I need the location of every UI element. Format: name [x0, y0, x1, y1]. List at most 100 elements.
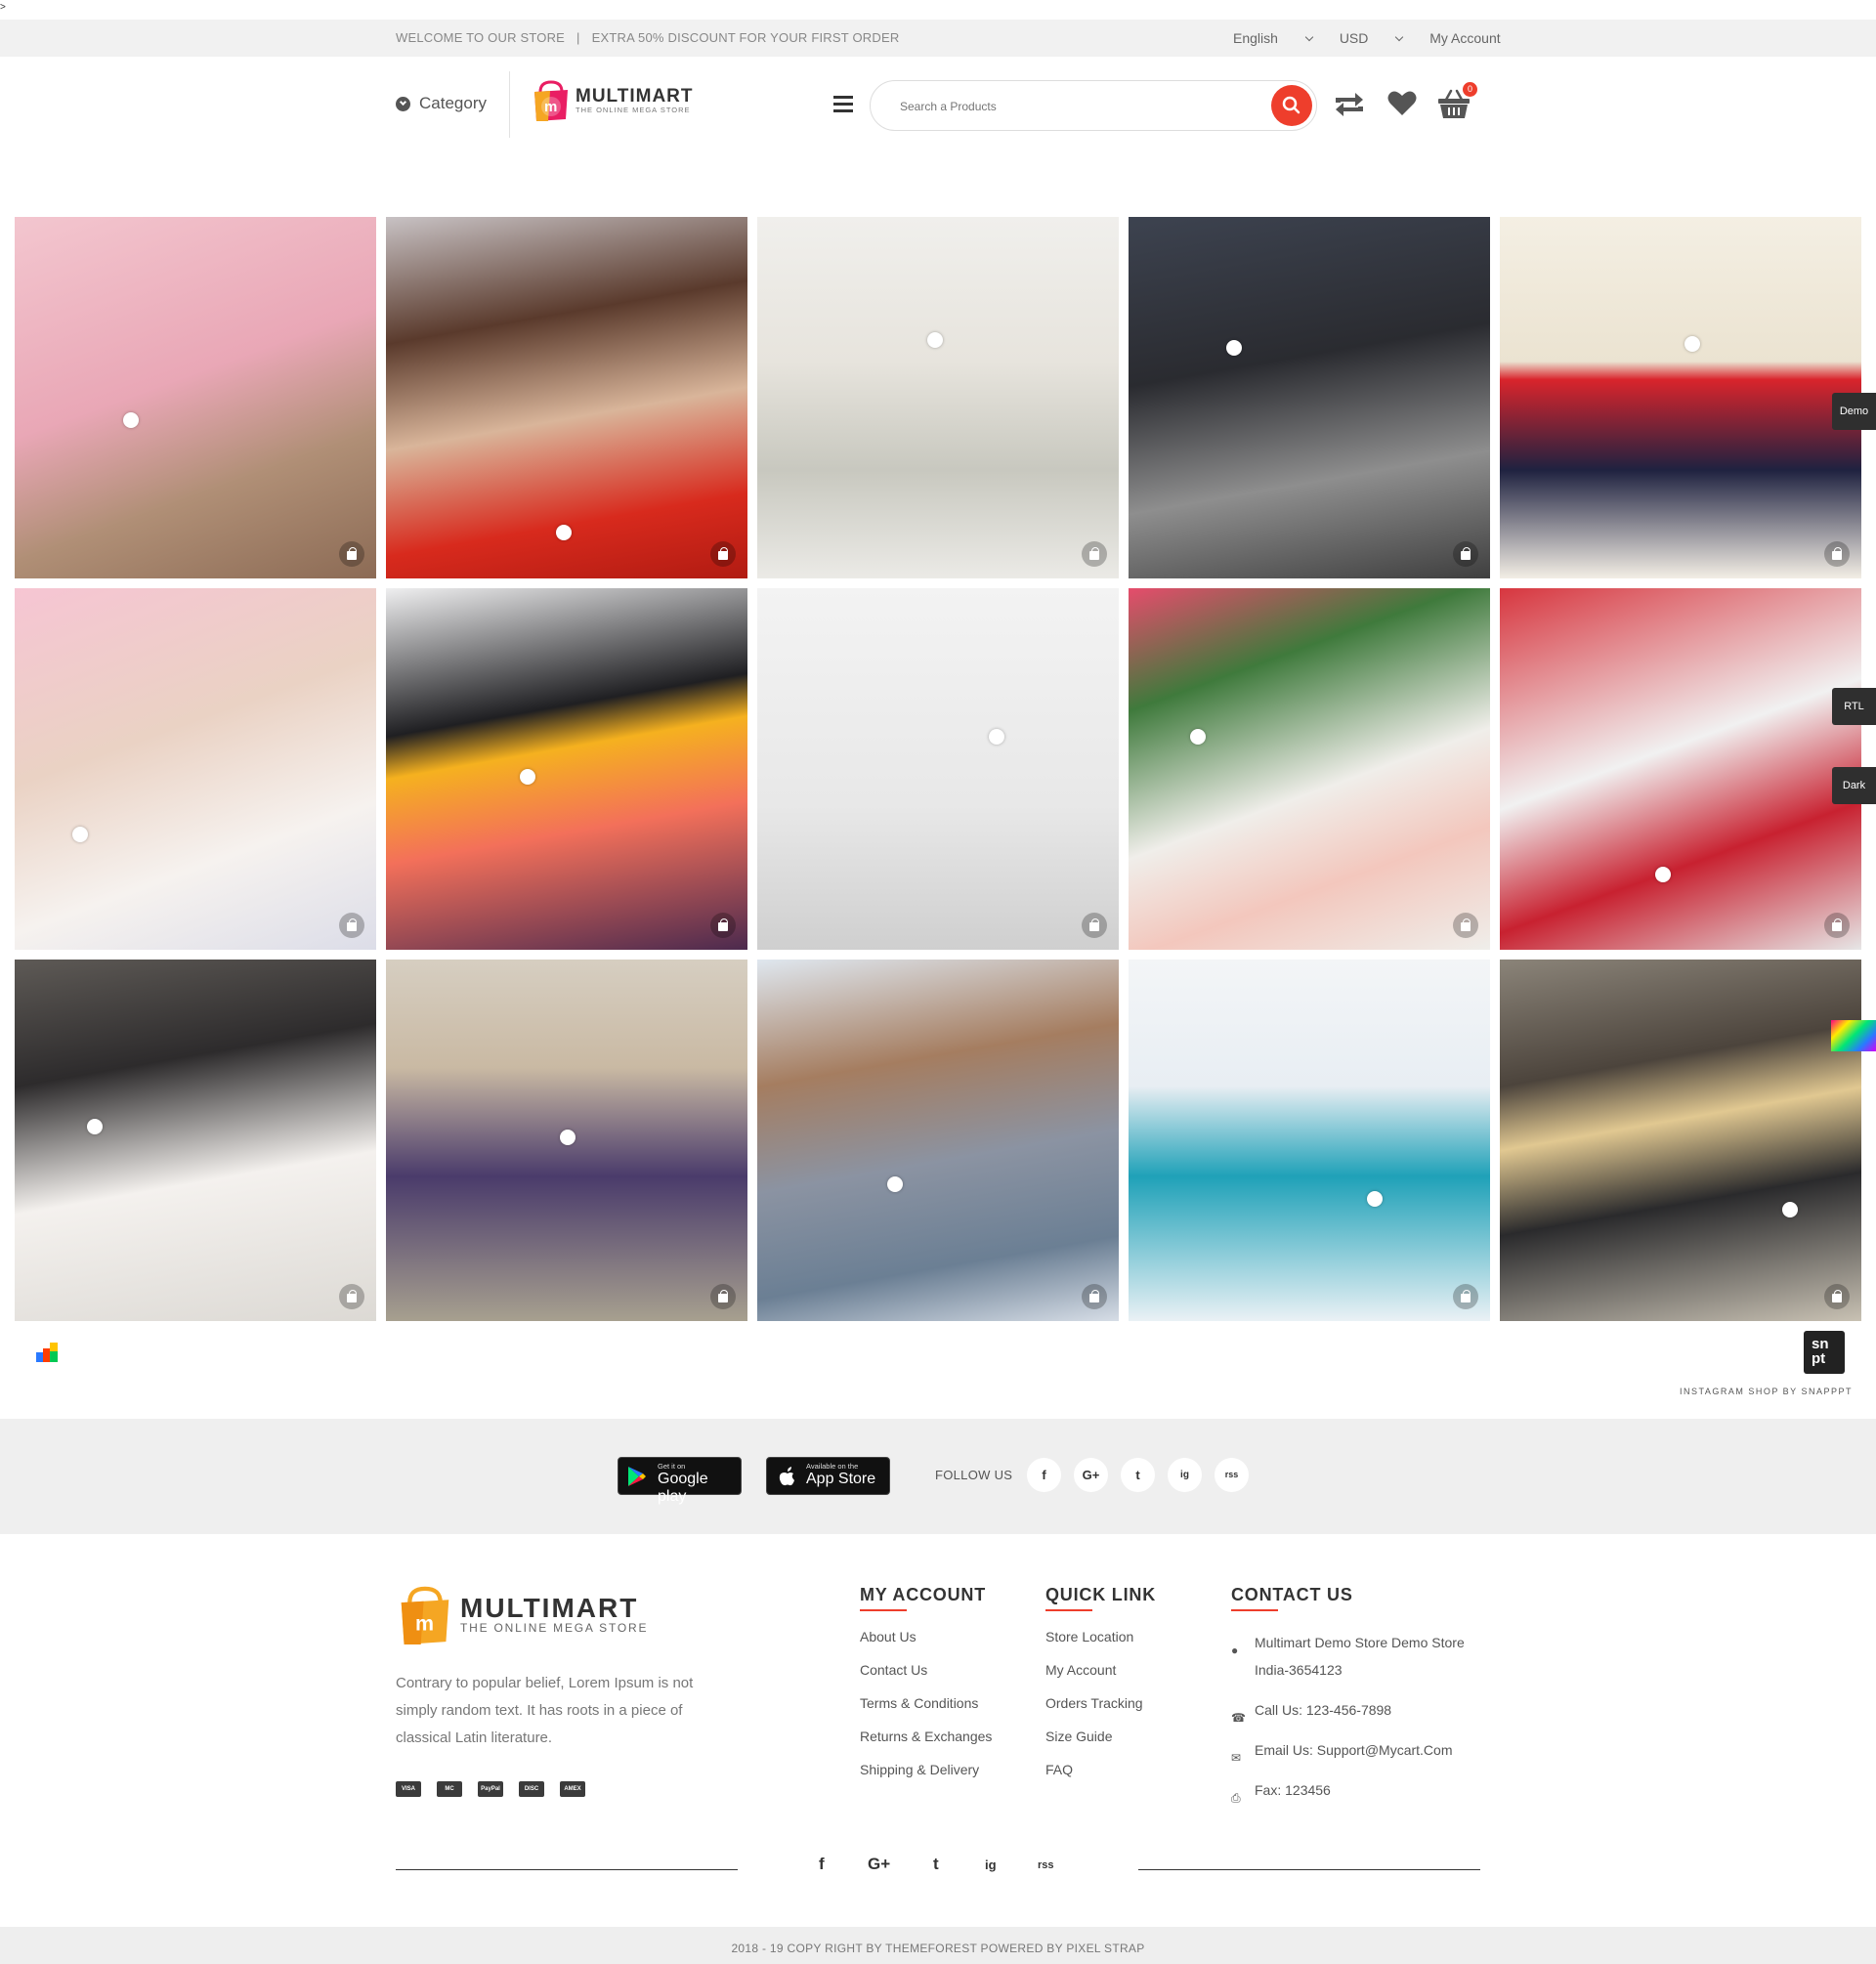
category-toggle[interactable]: Category — [396, 94, 487, 113]
google-play-big-text: Google play — [658, 1471, 708, 1505]
contact-email: ✉ Email Us: Support@Mycart.Com — [1231, 1736, 1505, 1765]
store-location-link[interactable]: Store Location — [1045, 1629, 1156, 1662]
product-hotspot-dot[interactable] — [519, 769, 535, 785]
shopping-bag-icon[interactable] — [339, 541, 364, 567]
heart-icon[interactable] — [1386, 89, 1418, 118]
footer-facebook-icon[interactable]: f — [819, 1855, 825, 1874]
returns-link[interactable]: Returns & Exchanges — [860, 1729, 992, 1762]
instagram-tile[interactable] — [15, 588, 376, 950]
product-hotspot-dot[interactable] — [887, 1176, 904, 1192]
shipping-link[interactable]: Shipping & Delivery — [860, 1762, 992, 1795]
dark-tab[interactable]: Dark — [1832, 767, 1876, 804]
about-us-link[interactable]: About Us — [860, 1629, 992, 1662]
facebook-icon[interactable]: f — [1027, 1458, 1061, 1492]
shopping-bag-icon[interactable] — [1082, 913, 1107, 938]
instagram-tile[interactable] — [386, 588, 747, 950]
product-hotspot-dot[interactable] — [123, 411, 139, 428]
shopping-bag-icon[interactable] — [1453, 541, 1478, 567]
app-store-small-text: Available on the — [806, 1462, 859, 1471]
my-account-link[interactable]: My Account — [1429, 30, 1500, 46]
contact-us-link[interactable]: Contact Us — [860, 1662, 992, 1695]
shopping-bag-icon[interactable] — [1453, 913, 1478, 938]
search-button[interactable] — [1271, 85, 1312, 126]
instagram-tile[interactable] — [1129, 217, 1490, 578]
product-hotspot-dot[interactable] — [559, 1129, 576, 1145]
rss-icon[interactable]: rss — [1215, 1458, 1249, 1492]
mosaic-icon[interactable] — [36, 1343, 58, 1362]
phone-text: Call Us: 123-456-7898 — [1255, 1702, 1392, 1718]
shopping-bag-icon[interactable] — [339, 913, 364, 938]
shopping-bag-icon[interactable] — [710, 541, 736, 567]
product-hotspot-dot[interactable] — [1189, 729, 1206, 746]
follow-us-label: FOLLOW US — [935, 1468, 1013, 1482]
google-play-button[interactable]: Get it on Google play — [618, 1457, 742, 1505]
product-hotspot-dot[interactable] — [926, 332, 943, 349]
logo-tagline: THE ONLINE MEGA STORE — [576, 105, 691, 114]
circle-chevron-icon — [396, 96, 410, 111]
currency-select[interactable]: USD — [1340, 30, 1404, 46]
instagram-tile[interactable] — [1129, 588, 1490, 950]
instagram-tile[interactable] — [757, 217, 1119, 578]
instagram-tile[interactable] — [757, 588, 1119, 950]
site-logo[interactable]: m MULTIMART THE ONLINE MEGA STORE — [531, 78, 694, 123]
instagram-tile[interactable] — [757, 960, 1119, 1321]
shopping-bag-icon[interactable] — [710, 1284, 736, 1309]
product-hotspot-dot[interactable] — [72, 827, 89, 843]
instagram-tile[interactable] — [15, 217, 376, 578]
terms-link[interactable]: Terms & Conditions — [860, 1695, 992, 1729]
footer-rss-icon[interactable]: rss — [1038, 1859, 1054, 1871]
product-hotspot-dot[interactable] — [1367, 1190, 1384, 1207]
product-hotspot-dot[interactable] — [1225, 339, 1242, 356]
instagram-tile[interactable] — [1500, 588, 1861, 950]
product-hotspot-dot[interactable] — [1655, 866, 1672, 882]
instagram-tile[interactable] — [1500, 960, 1861, 1321]
snappt-caption[interactable]: INSTAGRAM SHOP BY SNAPPPT — [1680, 1387, 1853, 1396]
color-picker-swatch[interactable] — [1831, 1020, 1876, 1051]
shopping-bag-icon[interactable] — [710, 913, 736, 938]
compare-icon[interactable] — [1332, 89, 1367, 120]
instagram-tile[interactable] — [1500, 217, 1861, 578]
instagram-tile[interactable] — [386, 217, 747, 578]
footer-logo[interactable]: m MULTIMART THE ONLINE MEGA STORE — [396, 1583, 648, 1647]
product-hotspot-dot[interactable] — [1684, 336, 1700, 353]
demo-tab[interactable]: Demo — [1832, 393, 1876, 430]
size-guide-link[interactable]: Size Guide — [1045, 1729, 1156, 1762]
product-hotspot-dot[interactable] — [988, 729, 1004, 746]
footer-divider-right — [1138, 1869, 1480, 1870]
orders-tracking-link[interactable]: Orders Tracking — [1045, 1695, 1156, 1729]
footer-my-account-title: MY ACCOUNT — [860, 1585, 986, 1604]
footer-logo-wordmark: MULTIMART — [460, 1593, 639, 1623]
footer-my-account-link[interactable]: My Account — [1045, 1662, 1156, 1695]
faq-link[interactable]: FAQ — [1045, 1762, 1156, 1795]
instagram-tile[interactable] — [15, 960, 376, 1321]
twitter-icon[interactable]: t — [1121, 1458, 1155, 1492]
rtl-tab[interactable]: RTL — [1832, 688, 1876, 725]
header-divider — [509, 71, 510, 138]
instagram-tile[interactable] — [386, 960, 747, 1321]
top-bar-messages: WELCOME TO OUR STORE | EXTRA 50% DISCOUNT … — [396, 20, 899, 57]
visa-icon: VISA — [396, 1781, 421, 1797]
shopping-bag-icon[interactable] — [1824, 913, 1850, 938]
shopping-bag-icon[interactable] — [1453, 1284, 1478, 1309]
shopping-bag-icon[interactable] — [1824, 1284, 1850, 1309]
footer-twitter-icon[interactable]: t — [933, 1855, 939, 1874]
shopping-bag-icon[interactable] — [339, 1284, 364, 1309]
shopping-bag-icon[interactable] — [1082, 1284, 1107, 1309]
shopping-bag-icon[interactable] — [1824, 541, 1850, 567]
snappt-logo[interactable]: sn pt — [1804, 1331, 1845, 1374]
instagram-icon[interactable]: ig — [1168, 1458, 1202, 1492]
shopping-bag-icon[interactable] — [1082, 541, 1107, 567]
footer-instagram-icon[interactable]: ig — [985, 1857, 997, 1872]
promo-text: EXTRA 50% DISCOUNT FOR YOUR FIRST ORDER — [591, 30, 900, 45]
footer-google-plus-icon[interactable]: G+ — [868, 1855, 890, 1874]
menu-icon[interactable] — [833, 96, 853, 112]
search-input[interactable] — [900, 97, 1232, 116]
instagram-tile[interactable] — [1129, 960, 1490, 1321]
product-hotspot-dot[interactable] — [1781, 1201, 1798, 1217]
product-hotspot-dot[interactable] — [87, 1118, 103, 1134]
product-hotspot-dot[interactable] — [555, 524, 572, 540]
language-select[interactable]: English — [1233, 30, 1314, 46]
address-line-2: India-3654123 — [1255, 1662, 1343, 1678]
google-plus-icon[interactable]: G+ — [1074, 1458, 1108, 1492]
app-store-button[interactable]: Available on the App Store — [766, 1457, 890, 1495]
